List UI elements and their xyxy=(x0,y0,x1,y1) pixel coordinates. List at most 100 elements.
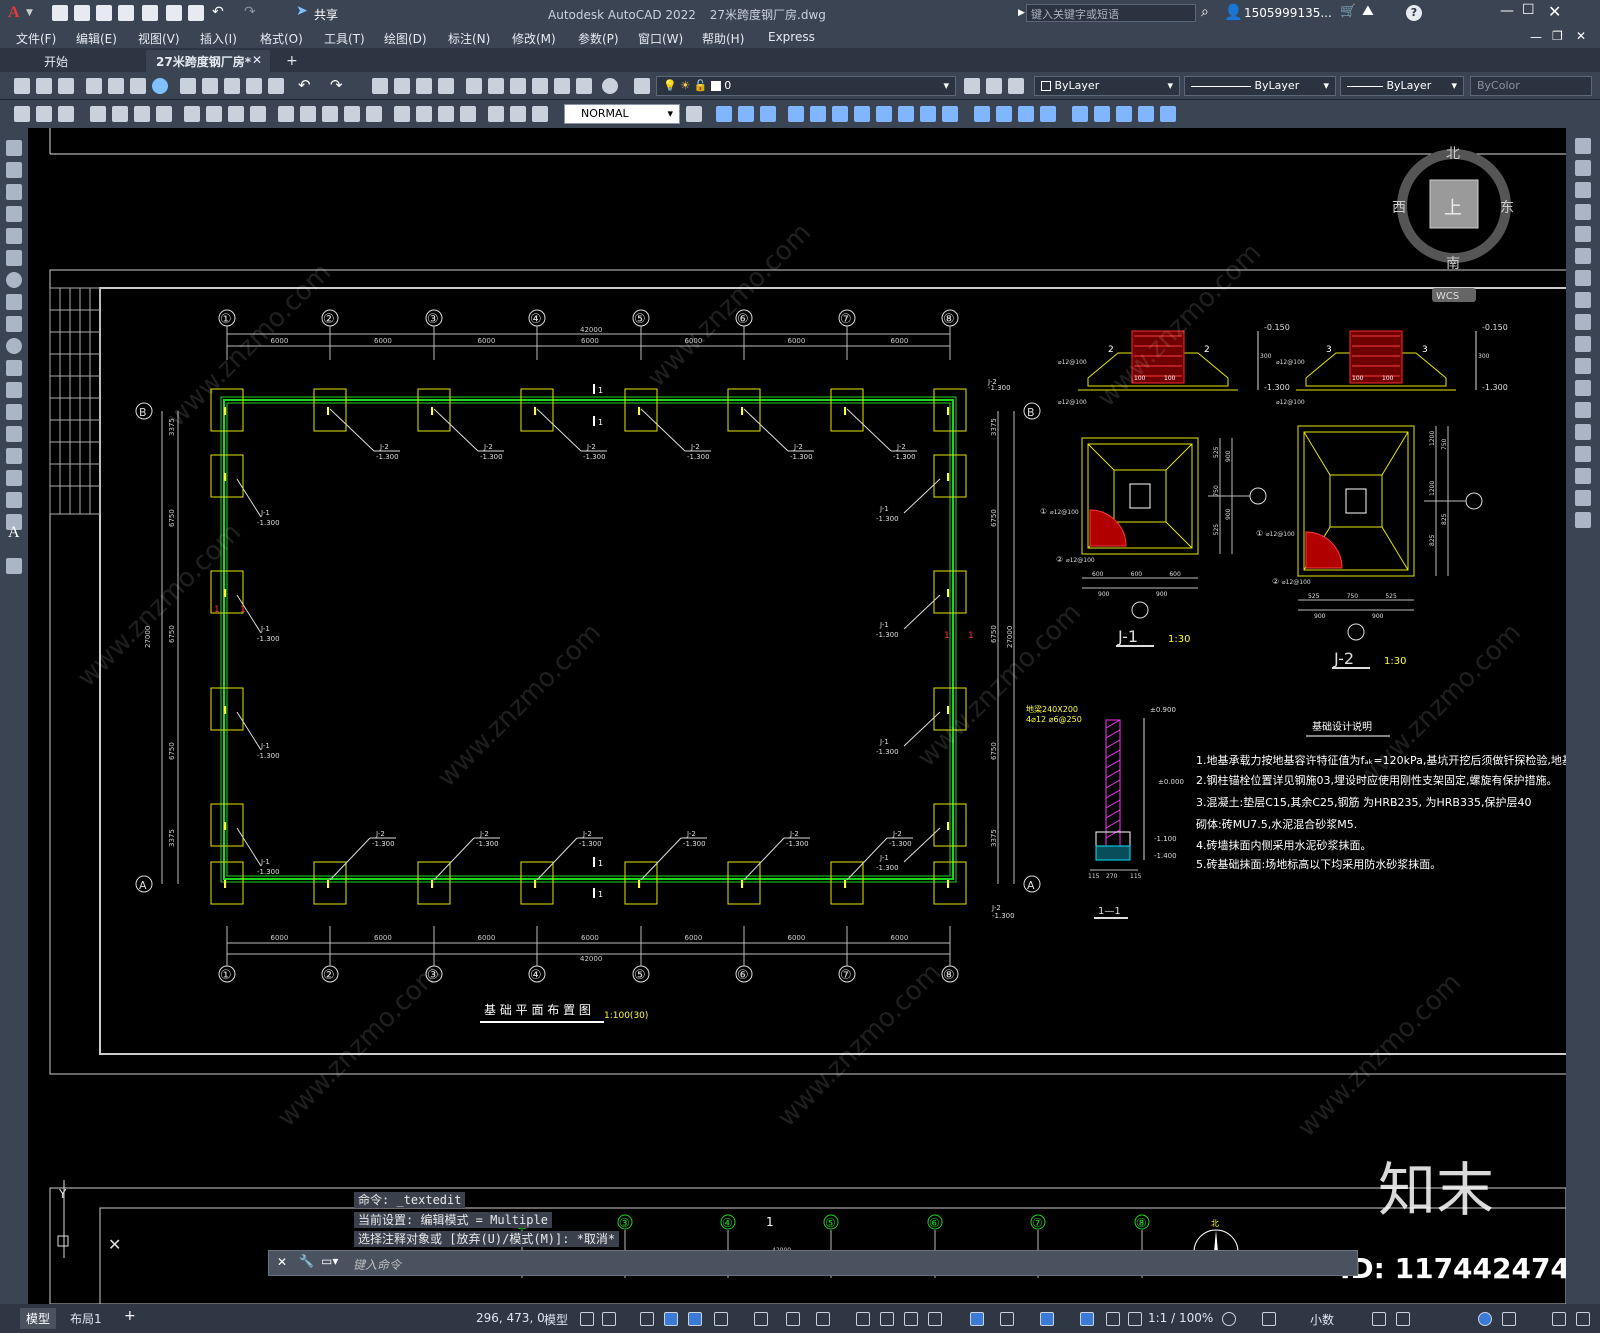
menu-view[interactable]: 视图(V) xyxy=(138,30,180,47)
units-display[interactable]: 小数 xyxy=(1310,1311,1334,1328)
doc-minimize-icon[interactable]: — xyxy=(1530,30,1542,44)
coordinates[interactable]: 296, 473, 0 xyxy=(476,1311,545,1325)
save-file-icon[interactable] xyxy=(58,78,74,94)
cart-icon[interactable]: 🛒 xyxy=(1340,4,1356,19)
stretch-icon[interactable] xyxy=(1575,314,1591,330)
mirror-icon[interactable] xyxy=(1575,182,1591,198)
snap-icon[interactable] xyxy=(602,1312,616,1326)
clean-screen-icon[interactable] xyxy=(1552,1312,1566,1326)
tb-help-icon[interactable] xyxy=(602,78,618,94)
ortho-icon[interactable] xyxy=(688,1312,702,1326)
make-block-icon[interactable] xyxy=(6,404,22,420)
customization-icon[interactable] xyxy=(1576,1312,1590,1326)
color-dropdown[interactable]: ByLayer ▾ xyxy=(1034,76,1180,96)
object-snap-icon[interactable] xyxy=(816,1312,830,1326)
menu-window[interactable]: 窗口(W) xyxy=(638,30,683,47)
tab-layout1[interactable]: 布局1 xyxy=(70,1310,102,1327)
transparency-icon[interactable] xyxy=(880,1312,894,1326)
offset-icon[interactable] xyxy=(1575,204,1591,220)
grid-icon[interactable] xyxy=(580,1312,594,1326)
menu-modify[interactable]: 修改(M) xyxy=(512,30,556,47)
copy-icon[interactable] xyxy=(202,78,218,94)
modify-icon-5[interactable] xyxy=(810,106,826,122)
rotate-icon[interactable] xyxy=(1575,270,1591,286)
drawing-canvas[interactable]: ① ① ② ② ③ ③ ④ ④ ⑤ ⑤ ⑥ ⑥ ⑦ ⑦ ⑧ ⑧ 42000 42000 6000 6000 6000 60… xyxy=(28,128,1566,1304)
layer-properties-icon[interactable] xyxy=(634,78,650,94)
command-input[interactable]: 键入命令 xyxy=(353,1256,401,1273)
break-icon[interactable] xyxy=(1575,402,1591,418)
search-input[interactable]: 键入关键字或短语 xyxy=(1026,4,1196,22)
array-icon[interactable] xyxy=(1575,226,1591,242)
modify-icon-4[interactable] xyxy=(788,106,804,122)
layer-dropdown[interactable]: 💡 ☀ 🔓 0 ▾ xyxy=(656,76,956,96)
construction-line-icon[interactable] xyxy=(6,162,22,178)
toolpalettes-icon[interactable] xyxy=(510,78,526,94)
lineweight-icon[interactable] xyxy=(856,1312,870,1326)
annotation-scale-icon[interactable] xyxy=(1128,1312,1142,1326)
modify-icon-9[interactable] xyxy=(898,106,914,122)
maximize-icon[interactable]: ☐ xyxy=(1522,2,1535,18)
make-current-icon[interactable] xyxy=(964,78,980,94)
undo-icon[interactable]: ↶ xyxy=(212,4,224,20)
doc-restore-icon[interactable]: ❐ xyxy=(1552,29,1563,43)
move-icon[interactable] xyxy=(1575,248,1591,264)
modify-icon-13[interactable] xyxy=(996,106,1012,122)
dynamic-input-icon[interactable] xyxy=(664,1312,678,1326)
open-web-icon[interactable] xyxy=(142,5,158,21)
tab-close-icon[interactable]: ✕ xyxy=(252,53,262,67)
user-icon[interactable]: 👤 xyxy=(1224,3,1243,21)
hardware-acceleration-icon[interactable] xyxy=(1502,1312,1516,1326)
dimstyle-dropdown[interactable]: NORMAL ▾ xyxy=(564,104,680,124)
properties-icon[interactable] xyxy=(466,78,482,94)
modify-icon-14[interactable] xyxy=(1018,106,1034,122)
tab-model[interactable]: 模型 xyxy=(20,1308,57,1329)
menu-parametric[interactable]: 参数(P) xyxy=(578,30,619,47)
menu-edit[interactable]: 编辑(E) xyxy=(76,30,117,47)
cad-drawing[interactable]: ① ① ② ② ③ ③ ④ ④ ⑤ ⑤ ⑥ ⑥ ⑦ ⑦ ⑧ ⑧ 42000 42000 6000 6000 6000 60… xyxy=(28,128,1566,1304)
modify-icon-10[interactable] xyxy=(920,106,936,122)
markup-icon[interactable] xyxy=(554,78,570,94)
qnew-icon[interactable] xyxy=(14,78,30,94)
sheetset-icon[interactable] xyxy=(532,78,548,94)
gizmo-icon[interactable] xyxy=(1040,1312,1054,1326)
dim-update-icon[interactable] xyxy=(532,106,548,122)
menu-insert[interactable]: 插入(I) xyxy=(200,30,237,47)
save-web-icon[interactable] xyxy=(166,5,182,21)
search-chevron-icon[interactable]: ▶ xyxy=(1018,8,1025,18)
new-tab-button[interactable]: + xyxy=(276,50,308,72)
blend-icon[interactable] xyxy=(1575,490,1591,506)
spline-icon[interactable] xyxy=(6,316,22,332)
dim-continue-icon[interactable] xyxy=(322,106,338,122)
line-icon[interactable] xyxy=(6,140,22,156)
gradient-icon[interactable] xyxy=(6,470,22,486)
inspect-icon[interactable] xyxy=(438,106,454,122)
extend-icon[interactable] xyxy=(1575,358,1591,374)
ellipse-arc-icon[interactable] xyxy=(6,360,22,376)
jogged-linear-icon[interactable] xyxy=(460,106,476,122)
new-icon[interactable] xyxy=(52,5,68,21)
dim-arc-icon[interactable] xyxy=(134,106,150,122)
open-icon[interactable] xyxy=(74,5,90,21)
dim-break-icon[interactable] xyxy=(366,106,382,122)
open-file-icon[interactable] xyxy=(36,78,52,94)
dim-jogged-icon[interactable] xyxy=(206,106,222,122)
selection-cycling-icon[interactable] xyxy=(904,1312,918,1326)
modify-icon-18[interactable] xyxy=(1116,106,1132,122)
dim-space-icon[interactable] xyxy=(344,106,360,122)
publish-icon[interactable] xyxy=(130,78,146,94)
matchprop-icon[interactable] xyxy=(246,78,262,94)
explode-icon[interactable] xyxy=(1575,512,1591,528)
menu-format[interactable]: 格式(O) xyxy=(260,30,303,47)
region-icon[interactable] xyxy=(6,492,22,508)
zoom-realtime-icon[interactable] xyxy=(394,78,410,94)
globe-icon[interactable] xyxy=(152,78,168,94)
dim-linear-icon[interactable] xyxy=(90,106,106,122)
insert-block-icon[interactable] xyxy=(6,382,22,398)
fillet-icon[interactable] xyxy=(1575,468,1591,484)
blockeditor-icon[interactable] xyxy=(268,78,284,94)
designcenter-icon[interactable] xyxy=(488,78,504,94)
layer-previous-icon[interactable] xyxy=(986,78,1002,94)
tab-drawing[interactable]: 27米跨度钢厂房* ✕ xyxy=(146,50,270,72)
tb-undo-icon[interactable]: ↶ xyxy=(298,76,311,94)
auto-scale-icon[interactable] xyxy=(1106,1312,1120,1326)
